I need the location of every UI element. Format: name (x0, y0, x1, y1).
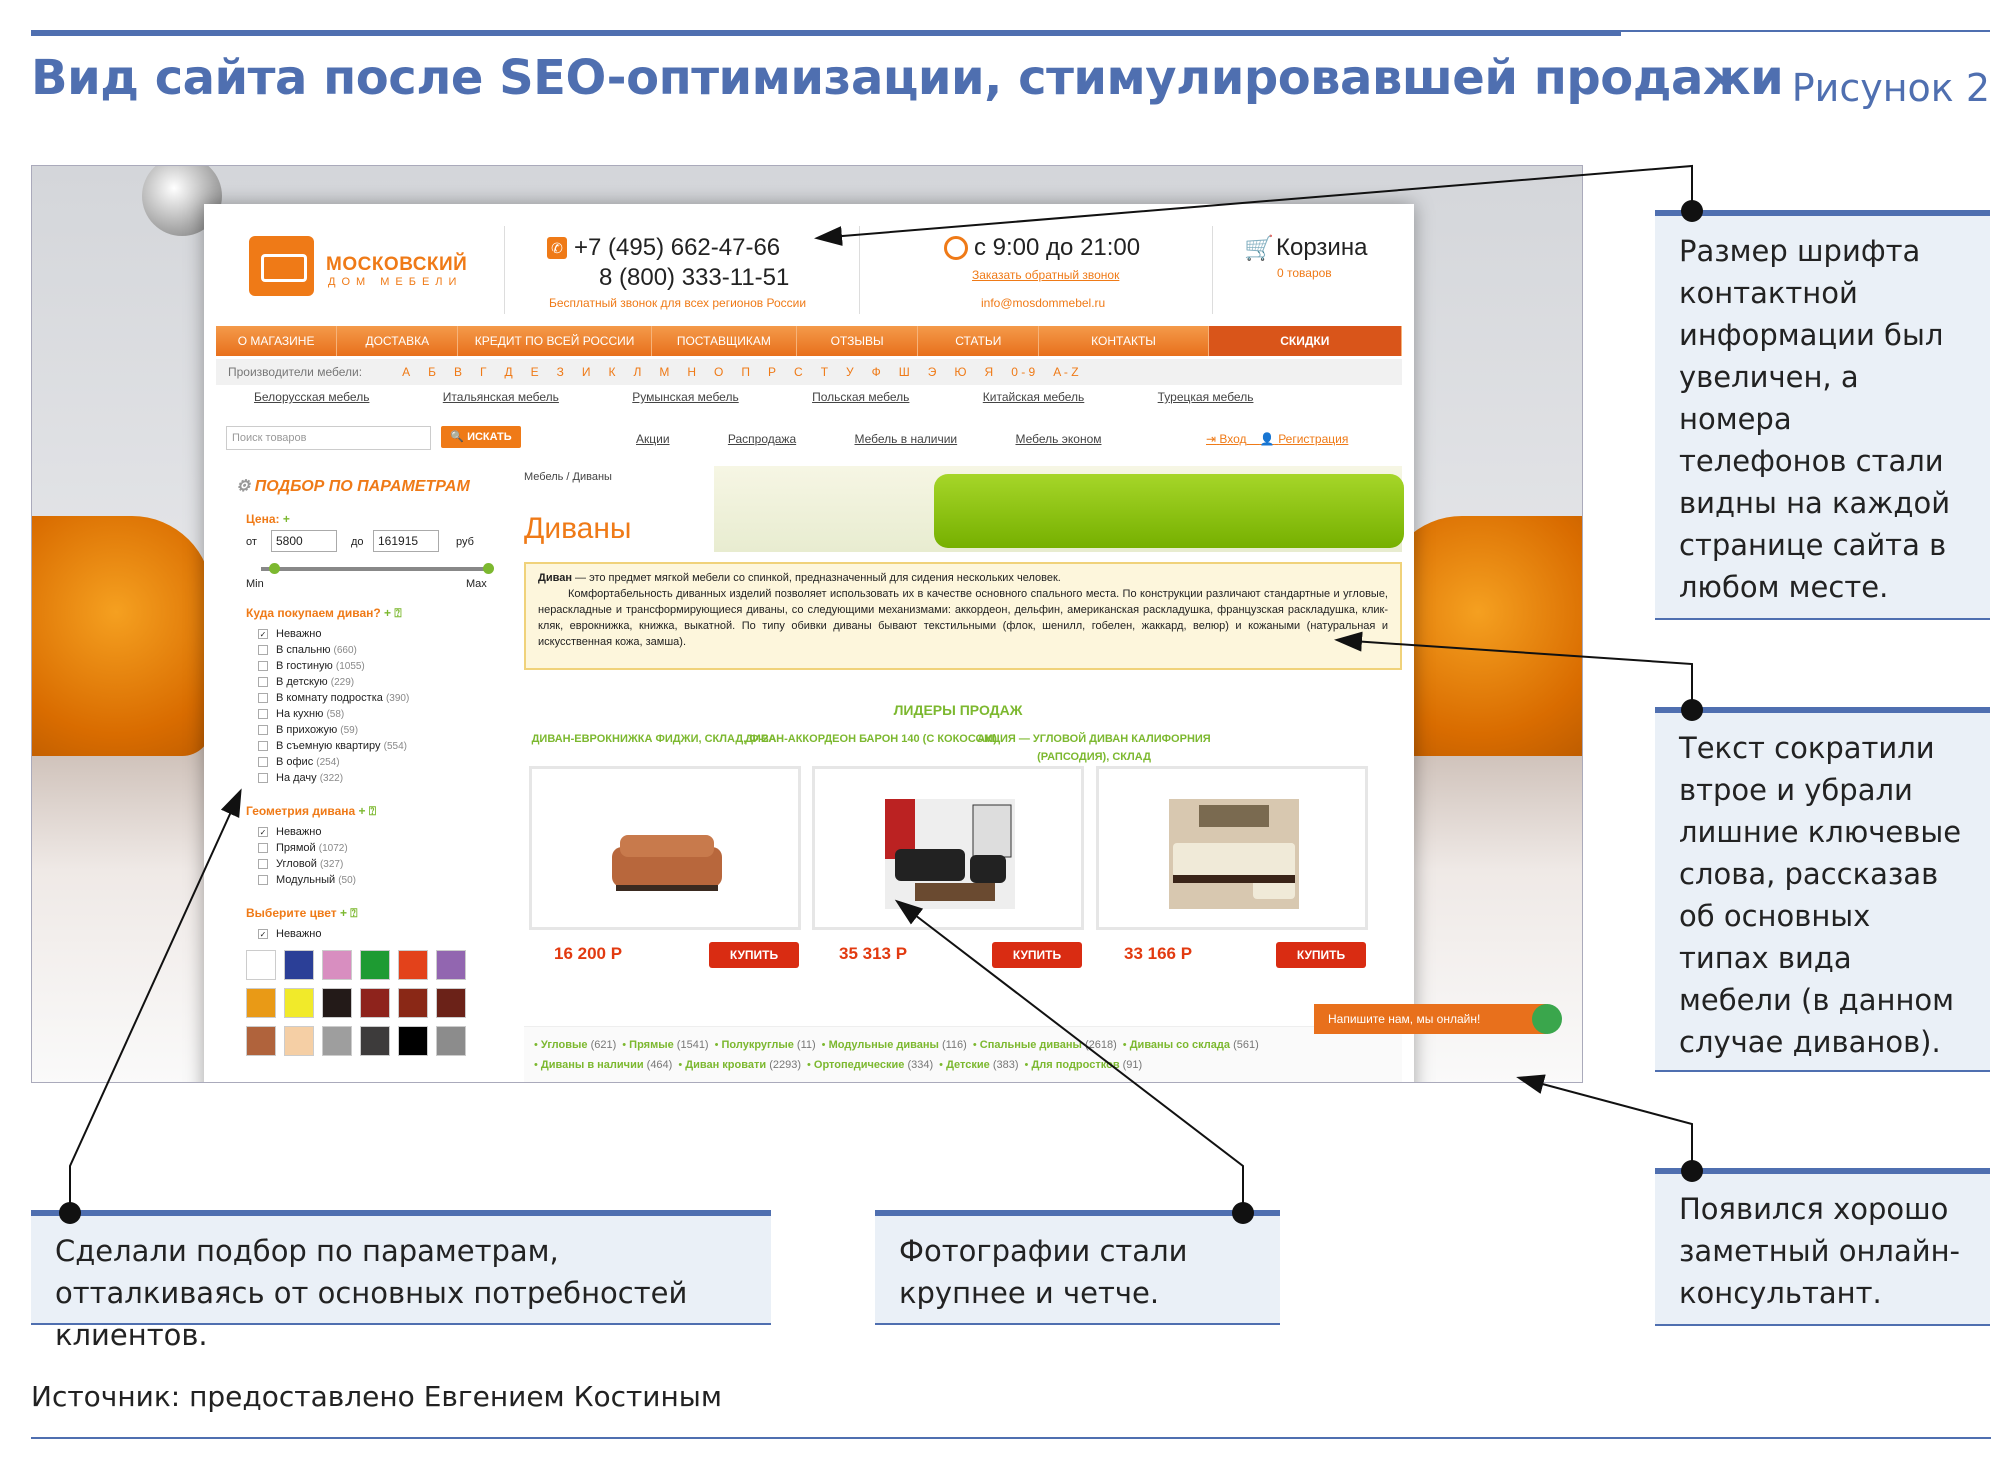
callout-marker (1681, 699, 1703, 721)
callout-marker (59, 1202, 81, 1224)
callout-marker (1232, 1202, 1254, 1224)
callout-marker (1681, 1160, 1703, 1182)
callout-marker (1681, 200, 1703, 222)
source-note: Источник: предоставлено Евгением Костины… (31, 1380, 723, 1413)
callout-arrows (69, 164, 1693, 1214)
bottom-rule (31, 1437, 1991, 1439)
